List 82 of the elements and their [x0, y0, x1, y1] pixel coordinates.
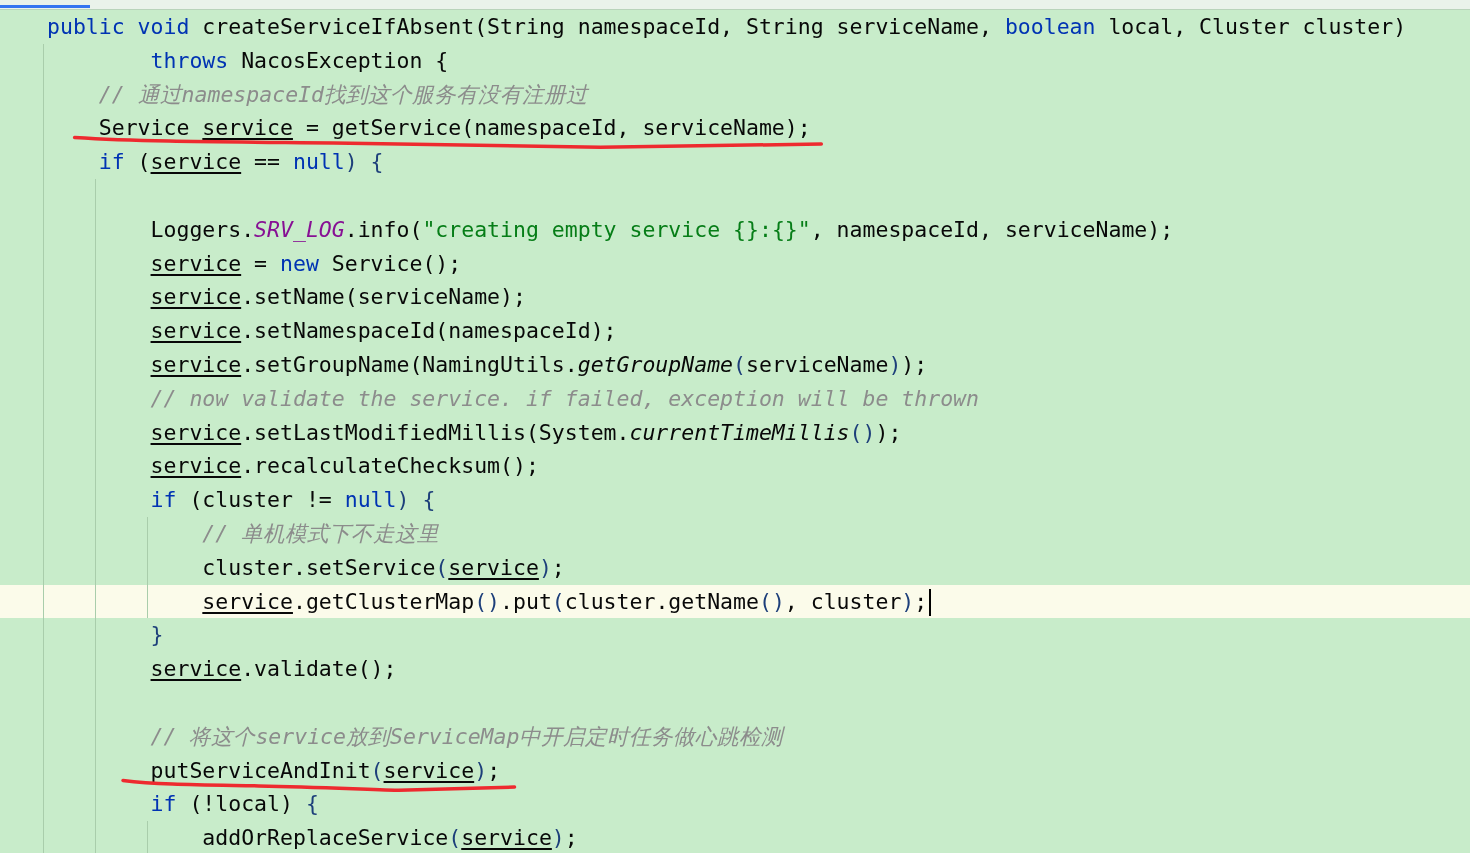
- code-text: .setNamespaceId(namespaceId);: [241, 318, 617, 344]
- variable: service: [150, 318, 242, 344]
- code-text: (cluster !=: [188, 487, 333, 513]
- bracket: ): [901, 588, 915, 614]
- variable: service: [448, 554, 539, 580]
- bracket: ): [551, 825, 565, 851]
- bracket: (: [448, 825, 462, 851]
- bracket: ): [538, 554, 552, 580]
- code-text: NacosException {: [240, 47, 449, 73]
- code-text: Service();: [330, 250, 462, 276]
- code-text: =: [253, 250, 269, 276]
- code-text: Loggers.: [150, 216, 255, 242]
- variable: service: [461, 825, 552, 851]
- code-text: createServiceIfAbsent(String namespaceId, String serviceName,: [201, 14, 993, 39]
- bracket: {: [305, 791, 319, 817]
- code-text: ;: [564, 825, 578, 851]
- code-text: .getClusterMap: [292, 588, 475, 614]
- code-text: );: [875, 419, 902, 445]
- bracket: ): [888, 351, 902, 377]
- static-method: currentTimeMillis: [629, 419, 850, 445]
- code-text: .recalculateChecksum();: [241, 453, 539, 479]
- variable: service: [150, 351, 242, 377]
- code-text: cluster.setService: [202, 554, 436, 580]
- code-text: addOrReplaceService: [202, 825, 449, 851]
- code-text: ;: [914, 588, 928, 614]
- code-text: .put: [500, 588, 552, 614]
- static-field: SRV_LOG: [254, 216, 345, 242]
- variable: service: [150, 284, 242, 310]
- variable: service: [202, 115, 293, 141]
- bracket: (: [435, 554, 449, 580]
- code-comment: // 将这个service放到ServiceMap中开启定时任务做心跳检测: [150, 723, 784, 749]
- bracket: (): [758, 588, 785, 614]
- variable: service: [150, 250, 242, 276]
- bracket: ) {: [344, 149, 384, 175]
- code-text: );: [901, 351, 928, 377]
- code-text: , cluster: [784, 588, 902, 614]
- variable: service: [150, 453, 242, 479]
- keyword: if: [98, 149, 125, 175]
- code-text: ==: [253, 149, 281, 175]
- keyword: new: [280, 250, 319, 276]
- keyword: void: [137, 14, 190, 39]
- variable: service: [383, 757, 475, 783]
- code-text: .info(: [344, 216, 423, 242]
- code-text: Service: [98, 115, 191, 141]
- code-text: putServiceAndInit: [150, 757, 371, 783]
- code-text: , namespaceId, serviceName);: [810, 216, 1174, 242]
- code-text: .setLastModifiedMillis(System.: [241, 419, 630, 445]
- bracket: (: [733, 351, 746, 377]
- code-text: (: [136, 149, 151, 175]
- keyword: null: [344, 487, 397, 513]
- bracket: ) {: [396, 487, 436, 513]
- code-comment: // 通过namespaceId找到这个服务有没有注册过: [98, 81, 588, 107]
- code-text: .validate();: [241, 656, 397, 682]
- bracket: (): [474, 588, 501, 614]
- code-text: local, Cluster cluster): [1107, 14, 1407, 39]
- code-text: cluster.getName: [564, 588, 759, 614]
- bracket: (: [370, 757, 384, 783]
- code-text: ;: [551, 554, 565, 580]
- keyword: boolean: [1004, 14, 1096, 39]
- code-text: .setName(serviceName);: [241, 284, 526, 310]
- keyword: if: [150, 791, 177, 817]
- variable: service: [202, 588, 293, 614]
- code-comment: // now validate the service. if failed, exception will be thrown: [150, 385, 979, 411]
- keyword: null: [292, 149, 345, 175]
- code-comment: // 单机模式下不走这里: [202, 520, 440, 546]
- variable: service: [150, 656, 242, 682]
- bracket: (: [551, 588, 565, 614]
- code-text: ;: [487, 757, 501, 783]
- code-text: = getService(namespaceId, serviceName);: [304, 115, 811, 141]
- static-method: getGroupName: [577, 351, 734, 377]
- code-text: serviceName: [746, 351, 889, 377]
- variable: service: [150, 419, 242, 445]
- code-text: .setGroupName(NamingUtils.: [241, 351, 578, 377]
- bracket: ): [474, 757, 488, 783]
- keyword: if: [150, 487, 177, 513]
- bracket: }: [150, 622, 164, 648]
- bracket: (): [849, 419, 876, 445]
- code-text: (!local): [188, 791, 294, 817]
- variable: service: [150, 149, 242, 175]
- keyword: throws: [150, 47, 229, 73]
- string-literal: "creating empty service {}:{}": [422, 216, 811, 242]
- keyword: public: [47, 14, 126, 39]
